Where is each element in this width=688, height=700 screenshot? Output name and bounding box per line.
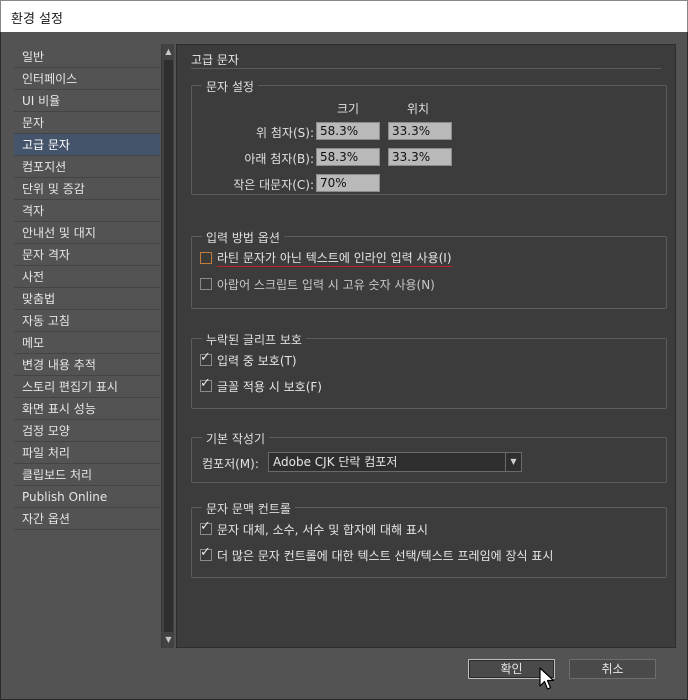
- sidebar-item[interactable]: 클립보드 처리: [14, 464, 160, 486]
- sidebar-item[interactable]: 변경 내용 추적: [14, 354, 160, 376]
- position-column-header: 위치: [407, 102, 430, 116]
- inline-input-label: 라틴 문자가 아닌 텍스트에 인라인 입력 사용(I): [217, 251, 452, 267]
- smallcaps-size-field[interactable]: [316, 174, 380, 192]
- show-alternates-label: 문자 대체, 소수, 서수 및 합자에 대해 표시: [217, 522, 428, 537]
- default-composer-label: 기본 작성기: [202, 430, 270, 447]
- superscript-size-field[interactable]: [316, 122, 380, 140]
- subscript-label: 아래 첨자(B):: [244, 152, 314, 166]
- sidebar-item[interactable]: 자동 고침: [14, 310, 160, 332]
- input-method-label: 입력 방법 옵션: [202, 229, 284, 246]
- size-column-header: 크기: [337, 102, 360, 116]
- protect-typing-checkbox[interactable]: [200, 350, 212, 366]
- missing-glyph-group: 누락된 글리프 보호 입력 중 보호(T) 글꼴 적용 시 보호(F): [191, 331, 667, 409]
- sidebar-item[interactable]: 문자 격자: [14, 244, 160, 266]
- sidebar-item[interactable]: 파일 처리: [14, 442, 160, 464]
- scroll-down-arrow-icon[interactable]: ▼: [164, 635, 173, 645]
- title-divider: [191, 68, 661, 69]
- sidebar-item[interactable]: 검정 모양: [14, 420, 160, 442]
- show-alternates-checkbox[interactable]: [200, 519, 212, 535]
- sidebar-item[interactable]: 단위 및 증감: [14, 178, 160, 200]
- sidebar-item[interactable]: Publish Online: [14, 486, 160, 508]
- sidebar-item[interactable]: 격자: [14, 200, 160, 222]
- settings-panel: 고급 문자 문자 설정 크기 위치 위 첨자(S): 아래 첨자(B): 작은 …: [176, 44, 676, 648]
- page-title: 고급 문자: [191, 53, 239, 67]
- sidebar-item[interactable]: 사전: [14, 266, 160, 288]
- category-list: 일반 인터페이스 UI 비율 문자 고급 문자 컴포지션 단위 및 증감 격자 안내선 및 대지…: [14, 46, 160, 530]
- smallcaps-label: 작은 대문자(C):: [233, 178, 314, 192]
- title-bar: 환경 설정: [0, 0, 688, 32]
- missing-glyph-label: 누락된 글리프 보호: [202, 331, 306, 348]
- protect-typing-label: 입력 중 보호(T): [217, 353, 297, 368]
- scroll-thumb[interactable]: [164, 60, 173, 632]
- protect-typing-option[interactable]: 입력 중 보호(T): [200, 350, 297, 369]
- arabic-digits-option[interactable]: 아랍어 스크립트 입력 시 고유 숫자 사용(N): [200, 275, 435, 293]
- sidebar-item[interactable]: 화면 표시 성능: [14, 398, 160, 420]
- show-alternates-option[interactable]: 문자 대체, 소수, 서수 및 합자에 대해 표시: [200, 519, 428, 538]
- show-more-controls-option[interactable]: 더 많은 문자 컨트롤에 대한 텍스트 선택/텍스트 프레임에 장식 표시: [200, 545, 554, 564]
- sidebar-item[interactable]: 인터페이스: [14, 68, 160, 90]
- superscript-position-field[interactable]: [388, 122, 452, 140]
- subscript-position-field[interactable]: [388, 148, 452, 166]
- sidebar-item[interactable]: 일반: [14, 46, 160, 68]
- arabic-digits-label: 아랍어 스크립트 입력 시 고유 숫자 사용(N): [217, 277, 435, 292]
- protect-font-option[interactable]: 글꼴 적용 시 보호(F): [200, 376, 322, 395]
- sidebar-item[interactable]: 자간 옵션: [14, 508, 160, 530]
- cancel-button[interactable]: 취소: [569, 659, 656, 679]
- sidebar-item[interactable]: 안내선 및 대지: [14, 222, 160, 244]
- show-more-controls-checkbox[interactable]: [200, 545, 212, 561]
- context-controls-label: 문자 문맥 컨트롤: [202, 500, 295, 517]
- sidebar-scrollbar[interactable]: ▲ ▼: [161, 44, 174, 648]
- superscript-label: 위 첨자(S):: [256, 126, 314, 140]
- dropdown-arrow-icon[interactable]: ▼: [505, 453, 521, 471]
- char-settings-label: 문자 설정: [202, 78, 258, 95]
- sidebar-item[interactable]: 컴포지션: [14, 156, 160, 178]
- composer-select[interactable]: Adobe CJK 단락 컴포저 ▼: [268, 452, 522, 472]
- window-title: 환경 설정: [11, 12, 63, 27]
- input-method-group: 입력 방법 옵션 라틴 문자가 아닌 텍스트에 인라인 입력 사용(I) 아랍어…: [191, 229, 667, 309]
- context-controls-group: 문자 문맥 컨트롤 문자 대체, 소수, 서수 및 합자에 대해 표시 더 많은…: [191, 500, 667, 578]
- sidebar-item[interactable]: 맞춤법: [14, 288, 160, 310]
- sidebar-item[interactable]: 스토리 편집기 표시: [14, 376, 160, 398]
- sidebar-item[interactable]: 문자: [14, 112, 160, 134]
- arabic-digits-checkbox[interactable]: [200, 278, 212, 290]
- char-settings-group: 문자 설정 크기 위치 위 첨자(S): 아래 첨자(B): 작은 대문자(C)…: [191, 78, 667, 195]
- scroll-up-arrow-icon[interactable]: ▲: [164, 47, 173, 57]
- composer-value: Adobe CJK 단락 컴포저: [273, 455, 398, 469]
- default-composer-group: 기본 작성기 컴포저(M): Adobe CJK 단락 컴포저 ▼: [191, 430, 667, 483]
- inline-input-checkbox[interactable]: [200, 252, 212, 264]
- composer-label: 컴포저(M):: [202, 457, 259, 471]
- subscript-size-field[interactable]: [316, 148, 380, 166]
- show-more-controls-label: 더 많은 문자 컨트롤에 대한 텍스트 선택/텍스트 프레임에 장식 표시: [217, 548, 554, 563]
- mouse-cursor-icon: [539, 667, 555, 690]
- sidebar-item[interactable]: 메모: [14, 332, 160, 354]
- protect-font-checkbox[interactable]: [200, 376, 212, 392]
- protect-font-label: 글꼴 적용 시 보호(F): [217, 379, 322, 394]
- inline-input-option[interactable]: 라틴 문자가 아닌 텍스트에 인라인 입력 사용(I): [200, 249, 452, 267]
- sidebar-item[interactable]: UI 비율: [14, 90, 160, 112]
- sidebar-item[interactable]: 고급 문자: [14, 134, 160, 156]
- category-sidebar: 일반 인터페이스 UI 비율 문자 고급 문자 컴포지션 단위 및 증감 격자 안내선 및 대지…: [14, 44, 174, 648]
